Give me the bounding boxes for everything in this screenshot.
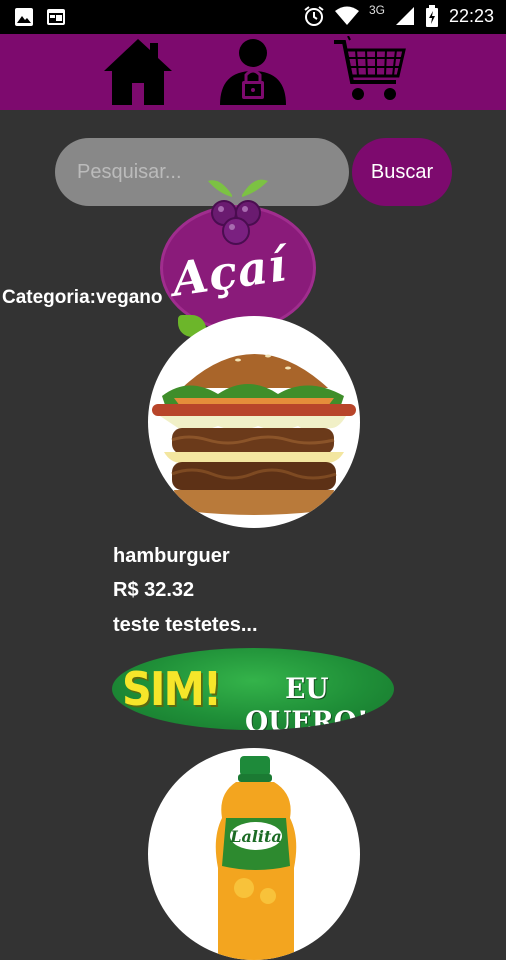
wifi-icon [334,6,359,25]
battery-icon [425,5,438,27]
product-image[interactable] [148,316,360,528]
gallery-notification-icon [15,8,33,26]
user-lock-icon [220,39,286,105]
clock: 22:23 [448,5,494,26]
browser-notification-icon [47,9,65,25]
acai-logo: Açaí [150,175,330,337]
product-description: teste testetes... [113,614,258,636]
shopping-cart-icon [334,36,406,100]
category-label: Categoria:vegano [2,287,163,308]
cart-button[interactable] [330,36,410,108]
home-icon [104,39,172,105]
alarm-icon [304,6,324,26]
bottle-brand-text: Lalita [229,827,282,846]
network-type-label: 3G [368,3,385,17]
product-name: hamburguer [113,545,230,567]
product-price: R$ 32.32 [113,579,195,601]
juice-bottle-image: Lalita [215,756,297,960]
buy-button-label: EU QUERO! [245,672,369,730]
search-button[interactable]: Buscar [352,138,452,206]
buy-button-sim-text: SIM! [122,662,222,716]
acai-berries-icon [208,179,268,245]
product-image[interactable]: Lalita [148,748,360,960]
top-nav-bar [0,34,506,110]
home-button[interactable] [100,36,176,108]
signal-icon [395,7,414,25]
status-bar: 3G 22:23 [0,0,506,34]
buy-button[interactable]: SIM! EU QUERO! [112,648,394,730]
hamburger-image [152,354,356,515]
account-button[interactable] [215,36,291,108]
